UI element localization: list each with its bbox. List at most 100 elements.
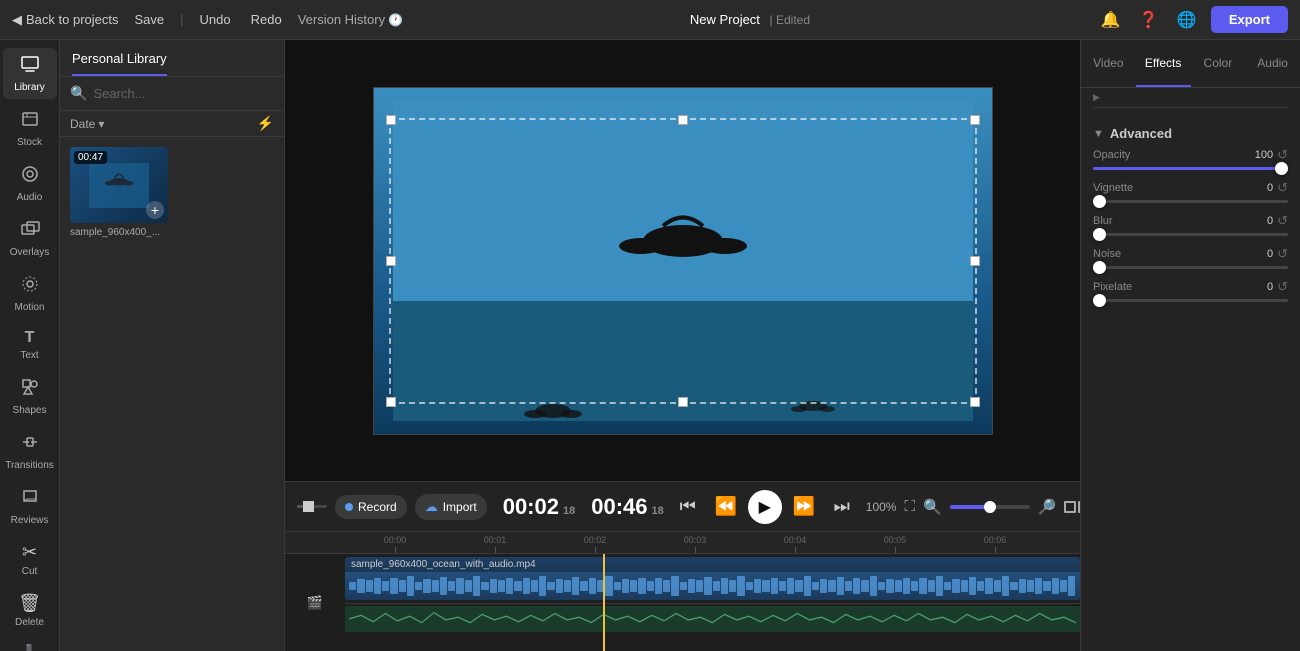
media-item[interactable]: 00:47 + sample_960x400_... [70, 147, 168, 238]
media-thumbnail[interactable]: 00:47 + [70, 147, 168, 223]
sidebar-item-stock[interactable]: Stock [3, 103, 57, 154]
help-button[interactable]: ❓ [1135, 6, 1163, 34]
blur-reset-button[interactable]: ↺ [1277, 213, 1288, 229]
noise-slider-thumb[interactable] [1093, 261, 1106, 274]
save-button[interactable]: Save [131, 10, 169, 29]
noise-slider[interactable] [1093, 266, 1288, 269]
fast-forward-button[interactable]: ⏩ [788, 491, 820, 523]
pixelate-header: Pixelate 0 ↺ [1093, 279, 1288, 295]
zoom-track[interactable] [950, 505, 1030, 509]
tab-effects[interactable]: Effects [1136, 40, 1191, 87]
pixelate-slider-thumb[interactable] [1093, 294, 1106, 307]
vignette-slider-thumb[interactable] [1093, 195, 1106, 208]
shapes-icon [20, 377, 40, 402]
sidebar-label-overlays: Overlays [10, 247, 49, 258]
mini-progress [297, 505, 327, 508]
play-pause-button[interactable]: ▶ [748, 490, 782, 524]
sidebar-item-text[interactable]: T Text [3, 323, 57, 367]
right-panel: Video Effects Color Audio ▶ ▼ Advanced [1080, 40, 1300, 651]
advanced-section-header[interactable]: ▼ Advanced [1093, 116, 1288, 147]
vignette-slider-track[interactable] [1093, 200, 1288, 203]
personal-library-tab[interactable]: Personal Library [72, 51, 167, 76]
sidebar-item-reviews[interactable]: Reviews [3, 481, 57, 532]
blur-slider-track[interactable] [1093, 233, 1288, 236]
notifications-button[interactable]: 🔔 [1097, 6, 1125, 34]
audio-clip[interactable] [345, 606, 1080, 632]
date-filter[interactable]: Date ▾ [70, 117, 104, 131]
skip-to-start-button[interactable]: ⏮ [672, 491, 704, 523]
opacity-slider-thumb[interactable] [1275, 162, 1288, 175]
blur-slider-thumb[interactable] [1093, 228, 1106, 241]
export-button[interactable]: Export [1211, 6, 1288, 33]
sidebar-item-shapes[interactable]: Shapes [3, 371, 57, 422]
sidebar-item-transitions[interactable]: Transitions [3, 426, 57, 477]
opacity-value: 100 [1243, 149, 1273, 161]
zoom-thumb[interactable] [984, 501, 996, 513]
overlays-icon [20, 219, 40, 244]
record-button[interactable]: Record [335, 495, 407, 519]
rewind-button[interactable]: ⏪ [710, 491, 742, 523]
tab-video[interactable]: Video [1081, 40, 1136, 87]
library-search: 🔍 [60, 77, 284, 111]
noise-slider-track[interactable] [1093, 266, 1288, 269]
clip-waveform: (function(){ const container = document.… [345, 572, 1080, 600]
undo-button[interactable]: Undo [196, 10, 235, 29]
sidebar-item-delete[interactable]: 🗑 Delete [3, 587, 57, 634]
sidebar-item-add-track[interactable]: ➕ Add Track [3, 638, 57, 651]
sidebar-item-overlays[interactable]: Overlays [3, 213, 57, 264]
playhead[interactable] [603, 554, 605, 651]
pixelate-reset-button[interactable]: ↺ [1277, 279, 1288, 295]
video-clip[interactable]: sample_960x400_ocean_with_audio.mp4 (fun… [345, 557, 1080, 600]
pixelate-slider-track[interactable] [1093, 299, 1288, 302]
video-preview [285, 40, 1080, 481]
vignette-reset-button[interactable]: ↺ [1277, 180, 1288, 196]
sidebar-item-cut[interactable]: ✂ Cut [3, 536, 57, 583]
sidebar-label-transitions: Transitions [5, 460, 54, 471]
opacity-label: Opacity [1093, 149, 1163, 161]
video-canvas[interactable] [373, 87, 993, 435]
audio-waveform [345, 606, 1080, 632]
back-to-projects-link[interactable]: ◀ Back to projects [12, 12, 119, 28]
zoom-out-button[interactable]: 🔍 [923, 498, 942, 516]
version-history-link[interactable]: Version History 🕐 [298, 12, 403, 27]
fullscreen-button[interactable]: ⛶ [904, 498, 915, 515]
sidebar-label-reviews: Reviews [11, 515, 49, 526]
sidebar-label-audio: Audio [17, 192, 43, 203]
pixelate-slider[interactable] [1093, 299, 1288, 302]
clock-icon: 🕐 [388, 13, 403, 27]
blur-slider[interactable] [1093, 233, 1288, 236]
transitions-icon [20, 432, 40, 457]
track-label-video[interactable]: 🎬 [285, 554, 345, 651]
edited-status: | Edited [770, 13, 810, 27]
controls-bar: Record ☁ Import 00:02 18 00:46 18 ⏮ ⏪ ▶ … [285, 481, 1080, 531]
vignette-slider[interactable] [1093, 200, 1288, 203]
opacity-slider[interactable] [1093, 167, 1288, 170]
zoom-in-button[interactable]: 🔎 [1038, 498, 1057, 516]
vignette-value: 0 [1243, 182, 1273, 194]
tab-color[interactable]: Color [1191, 40, 1246, 87]
search-input[interactable] [93, 86, 274, 101]
noise-reset-button[interactable]: ↺ [1277, 246, 1288, 262]
media-add-button[interactable]: + [146, 201, 164, 219]
audio-track [345, 604, 1080, 634]
current-time: 00:02 [503, 494, 559, 520]
skip-to-end-button[interactable]: ⏭ [826, 491, 858, 523]
sidebar-item-motion[interactable]: Motion [3, 268, 57, 319]
total-time-sub: 18 [652, 505, 664, 517]
zoom-percent: 100% [866, 500, 897, 514]
sidebar-item-library[interactable]: Library [3, 48, 57, 99]
tab-audio[interactable]: Audio [1245, 40, 1300, 87]
date-filter-label: Date [70, 117, 95, 131]
opacity-reset-button[interactable]: ↺ [1277, 147, 1288, 163]
mini-slider-track[interactable] [297, 505, 327, 508]
redo-button[interactable]: Redo [247, 10, 286, 29]
video-track: sample_960x400_ocean_with_audio.mp4 (fun… [345, 554, 1080, 604]
import-button[interactable]: ☁ Import [415, 494, 487, 520]
opacity-slider-track[interactable] [1093, 167, 1288, 170]
language-button[interactable]: 🌐 [1173, 6, 1201, 34]
chevron-down-icon: ▼ [1093, 128, 1104, 140]
filter-icon[interactable]: ⚡ [257, 115, 274, 132]
timeline-tracks: 🎬 sample_960x400_ocean_with_audio.mp4 [285, 554, 1080, 651]
sidebar-item-audio[interactable]: Audio [3, 158, 57, 209]
back-arrow-icon: ◀ [12, 12, 22, 28]
